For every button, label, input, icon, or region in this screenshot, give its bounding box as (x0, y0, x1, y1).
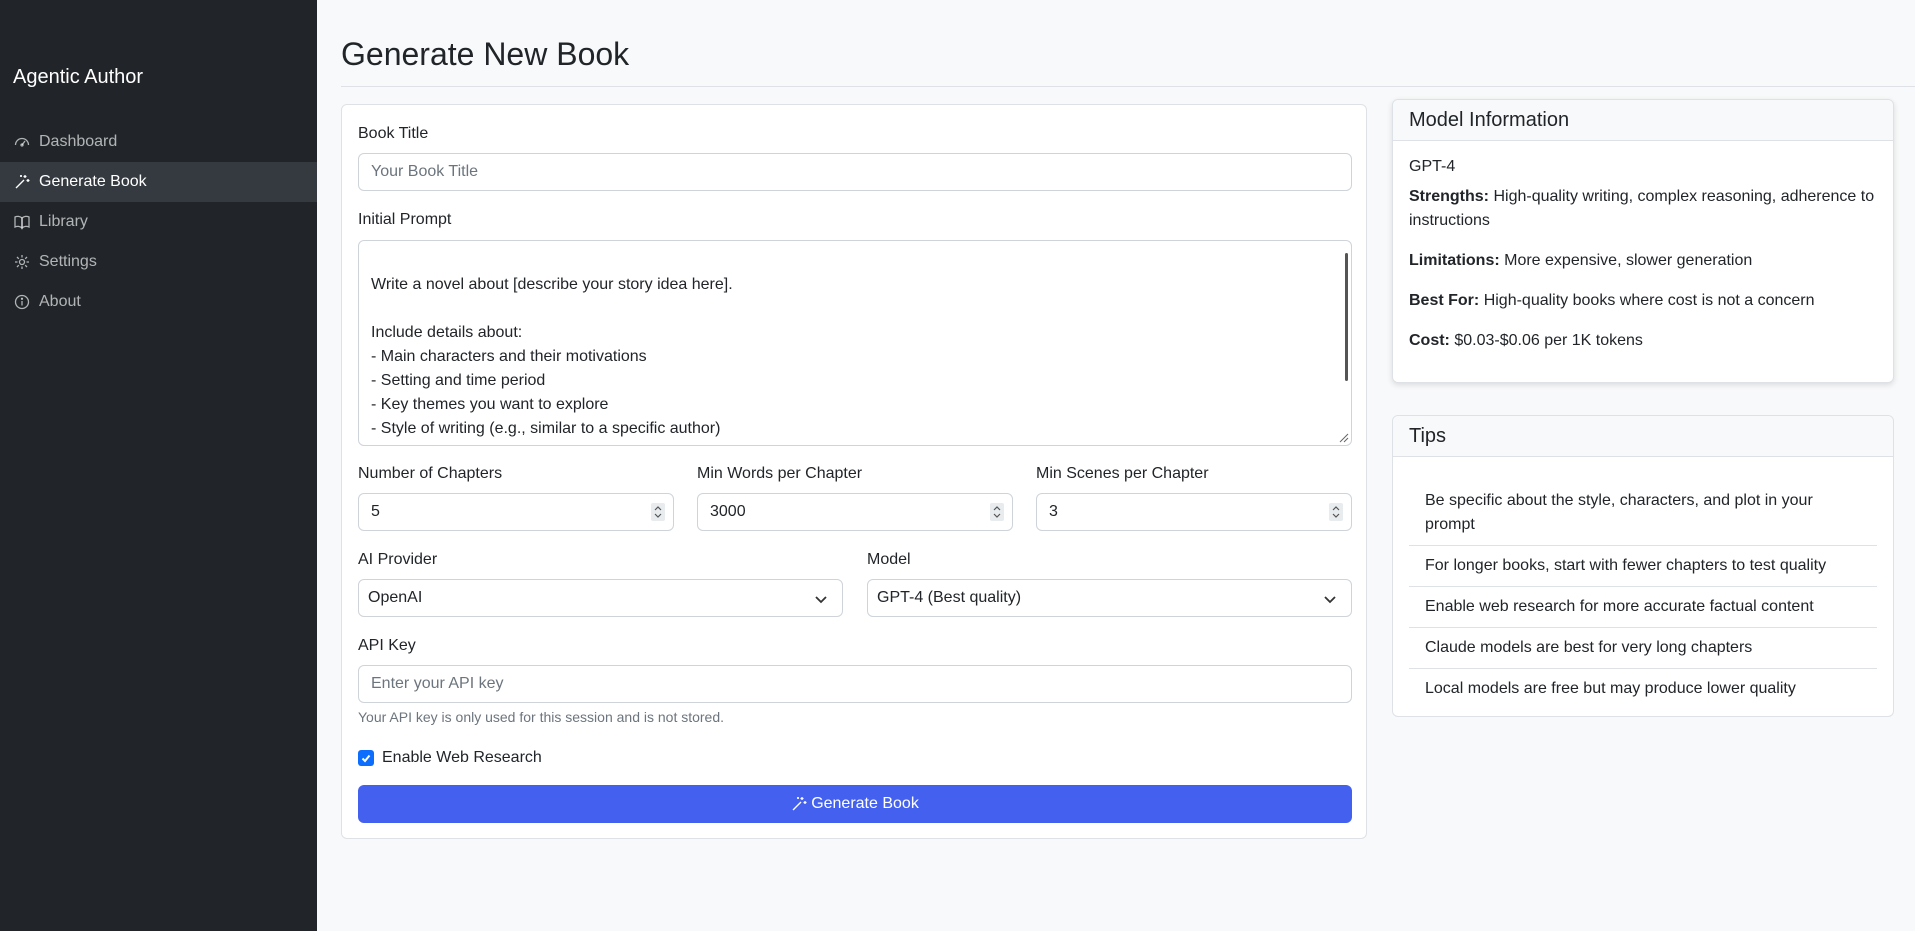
list-item: Claude models are best for very long cha… (1409, 628, 1877, 669)
page-title: Generate New Book (341, 36, 630, 72)
generate-form-card: Book Title Initial Prompt Write a novel … (341, 104, 1367, 839)
sidebar-item-about[interactable]: About (0, 282, 317, 322)
sidebar-item-label: Library (39, 213, 88, 230)
title-divider (341, 86, 1915, 87)
chapters-label: Number of Chapters (358, 465, 503, 482)
model-name: GPT-4 (1409, 158, 1456, 175)
model-select[interactable]: GPT-4 (Best quality) (867, 579, 1352, 617)
sidebar-nav: Dashboard Generate Book Library Settings… (0, 122, 317, 322)
strengths-label: Strengths: (1409, 188, 1489, 205)
scenes-number-input[interactable]: 3 (1036, 493, 1352, 531)
book-title-label: Book Title (358, 125, 429, 142)
textarea-scrollbar[interactable] (1345, 253, 1348, 381)
scenes-value: 3 (1049, 503, 1058, 520)
list-item: Be specific about the style, characters,… (1409, 481, 1877, 546)
provider-value: OpenAI (368, 589, 423, 606)
chevron-down-icon (815, 596, 827, 604)
web-research-label[interactable]: Enable Web Research (382, 749, 542, 767)
tips-header: Tips (1393, 416, 1893, 457)
scenes-stepper-icon[interactable] (1329, 503, 1343, 521)
api-key-input[interactable] (358, 665, 1352, 703)
initial-prompt-text: Write a novel about [describe your story… (371, 276, 733, 445)
words-label: Min Words per Chapter (697, 465, 863, 482)
chevron-down-icon (1324, 596, 1336, 604)
sidebar-item-library[interactable]: Library (0, 202, 317, 242)
gear-icon (13, 253, 31, 271)
model-limitations: Limitations: More expensive, slower gene… (1409, 249, 1877, 273)
initial-prompt-textarea[interactable]: Write a novel about [describe your story… (358, 240, 1352, 446)
tips-list: Be specific about the style, characters,… (1393, 457, 1893, 709)
generate-button-label: Generate Book (811, 795, 919, 812)
web-research-checkbox[interactable] (358, 750, 374, 766)
model-info-header: Model Information (1393, 100, 1893, 141)
best-for-label: Best For: (1409, 292, 1480, 309)
info-icon (13, 293, 31, 311)
model-best-for: Best For: High-quality books where cost … (1409, 289, 1877, 313)
sidebar-item-label: Generate Book (39, 173, 147, 190)
api-key-help: Your API key is only used for this sessi… (358, 709, 725, 725)
chapters-value: 5 (371, 503, 380, 520)
model-strengths: Strengths: High-quality writing, complex… (1409, 185, 1877, 233)
list-item: For longer books, start with fewer chapt… (1409, 546, 1877, 587)
brand-title: Agentic Author (13, 66, 144, 88)
resize-grip-icon[interactable] (1337, 431, 1349, 443)
chapters-stepper-icon[interactable] (651, 503, 665, 521)
tips-card: Tips Be specific about the style, charac… (1392, 415, 1894, 717)
model-info-card: Model Information GPT-4 Strengths: High-… (1392, 99, 1894, 383)
chapters-number-input[interactable]: 5 (358, 493, 674, 531)
dashboard-icon (13, 133, 31, 151)
words-number-input[interactable]: 3000 (697, 493, 1013, 531)
magic-wand-icon (13, 173, 31, 191)
list-item: Enable web research for more accurate fa… (1409, 587, 1877, 628)
book-title-input[interactable] (358, 153, 1352, 191)
words-value: 3000 (710, 503, 746, 520)
sidebar-item-settings[interactable]: Settings (0, 242, 317, 282)
model-info-body: GPT-4 Strengths: High-quality writing, c… (1393, 141, 1893, 383)
model-value: GPT-4 (Best quality) (877, 589, 1022, 606)
generate-book-button[interactable]: Generate Book (358, 785, 1352, 823)
provider-label: AI Provider (358, 551, 438, 568)
sidebar-item-label: Dashboard (39, 133, 118, 150)
cost-text: $0.03-$0.06 per 1K tokens (1454, 332, 1643, 349)
sidebar-item-label: Settings (39, 253, 97, 270)
main-content: Generate New Book Book Title Initial Pro… (317, 0, 1915, 931)
best-for-text: High-quality books where cost is not a c… (1483, 292, 1815, 309)
initial-prompt-label: Initial Prompt (358, 211, 452, 228)
book-icon (13, 213, 31, 231)
sidebar-item-label: About (39, 293, 81, 310)
sidebar: Agentic Author Dashboard Generate Book L… (0, 0, 317, 931)
magic-wand-icon (792, 797, 807, 811)
scenes-label: Min Scenes per Chapter (1036, 465, 1209, 482)
model-cost: Cost: $0.03-$0.06 per 1K tokens (1409, 329, 1877, 353)
sidebar-item-generate-book[interactable]: Generate Book (0, 162, 317, 202)
sidebar-item-dashboard[interactable]: Dashboard (0, 122, 317, 162)
cost-label: Cost: (1409, 332, 1450, 349)
provider-select[interactable]: OpenAI (358, 579, 843, 617)
limitations-label: Limitations: (1409, 252, 1500, 269)
words-stepper-icon[interactable] (990, 503, 1004, 521)
limitations-text: More expensive, slower generation (1504, 252, 1753, 269)
api-key-label: API Key (358, 637, 416, 654)
checkmark-icon (361, 754, 371, 763)
model-label: Model (867, 551, 911, 568)
list-item: Local models are free but may produce lo… (1425, 680, 1796, 697)
